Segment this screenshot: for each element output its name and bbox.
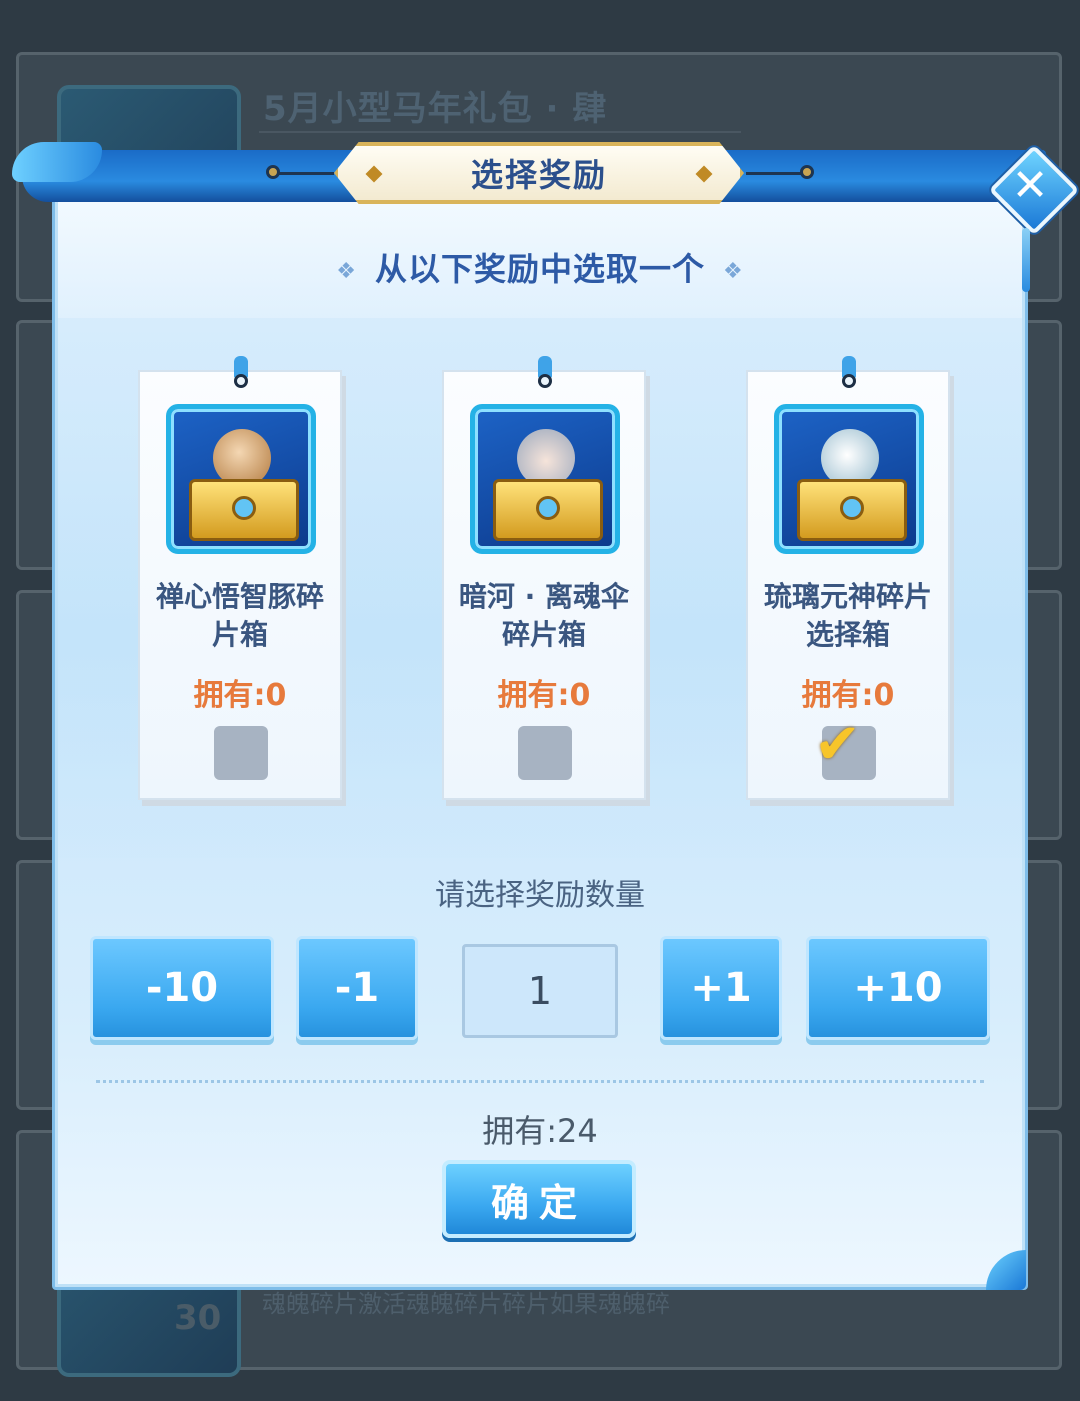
divider <box>96 1080 984 1083</box>
chain-knob <box>800 165 814 179</box>
ring-icon <box>234 374 248 388</box>
quantity-input[interactable] <box>462 944 618 1038</box>
reward-checkbox[interactable] <box>518 726 572 780</box>
header-chain <box>746 172 808 175</box>
dialog-title: 选择奖励 <box>470 156 607 194</box>
confirm-button[interactable]: 确定 <box>442 1160 636 1238</box>
reward-name: 禅心悟智豚碎片箱 <box>155 580 324 651</box>
reward-item-icon <box>166 404 316 554</box>
checkmark-icon: ✔ <box>814 712 861 777</box>
chest-icon <box>797 479 907 541</box>
dialog-subtitle-row: ❖ 从以下奖励中选取一个 ❖ <box>0 244 1080 290</box>
chain-knob <box>266 165 280 179</box>
minus-1-button[interactable]: -1 <box>296 936 418 1040</box>
header-chain <box>272 172 334 175</box>
reward-checkbox[interactable] <box>214 726 268 780</box>
divider <box>259 131 741 133</box>
reward-name: 暗河 · 离魂伞碎片箱 <box>458 580 630 651</box>
diamond-ornament-icon <box>695 165 713 183</box>
plus-10-button[interactable]: +10 <box>806 936 990 1040</box>
reward-owned-count: 拥有:0 <box>193 678 287 713</box>
reward-item-icon <box>774 404 924 554</box>
reward-card[interactable]: 暗河 · 离魂伞碎片箱 拥有:0 <box>442 356 646 800</box>
chest-icon <box>189 479 299 541</box>
reward-owned-count: 拥有:0 <box>801 678 895 713</box>
diamond-ornament-icon <box>365 165 383 183</box>
reward-item-icon <box>470 404 620 554</box>
reward-owned-count: 拥有:0 <box>497 678 591 713</box>
owned-total: 拥有:24 <box>482 1112 598 1150</box>
plus-1-button[interactable]: +1 <box>660 936 782 1040</box>
minus-10-button[interactable]: -10 <box>90 936 274 1040</box>
ornament-icon: ❖ <box>336 258 357 284</box>
dialog-title-plate: 选择奖励 <box>334 142 744 204</box>
ring-icon <box>842 374 856 388</box>
reward-card[interactable]: 禅心悟智豚碎片箱 拥有:0 <box>138 356 342 800</box>
close-icon: ✕ <box>1011 160 1049 211</box>
dialog-subtitle: 从以下奖励中选取一个 <box>374 250 705 288</box>
chest-icon <box>493 479 603 541</box>
close-button[interactable]: ✕ <box>988 144 1080 236</box>
quantity-label: 请选择奖励数量 <box>435 878 645 913</box>
ornament-icon: ❖ <box>723 258 744 284</box>
item-count-badge: 30 <box>174 1298 222 1338</box>
pack-title: 5月小型马年礼包 · 肆 <box>263 89 608 129</box>
ring-icon <box>538 374 552 388</box>
reward-card[interactable]: 琉璃元神碎片选择箱 拥有:0 ✔ <box>746 356 950 800</box>
reward-name: 琉璃元神碎片选择箱 <box>763 580 932 651</box>
